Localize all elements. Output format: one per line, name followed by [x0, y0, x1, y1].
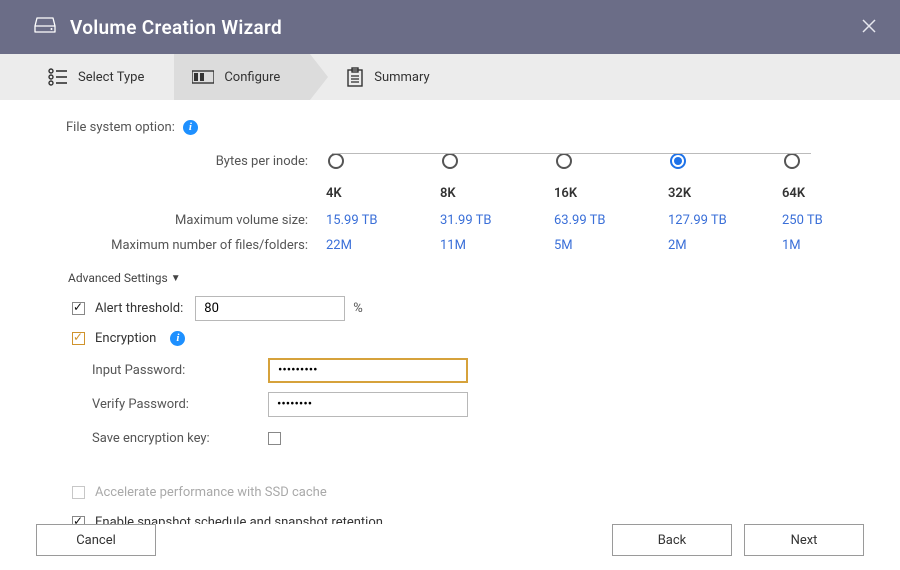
max-files-32k: 2M: [666, 238, 780, 253]
bpi-option-4k[interactable]: [328, 153, 344, 169]
encryption-row: Encryption: [72, 323, 864, 353]
info-icon[interactable]: [170, 331, 185, 346]
max-files-8k: 11M: [438, 238, 552, 253]
close-button[interactable]: [856, 13, 882, 39]
bpi-size-4k: 4K: [324, 186, 438, 201]
cancel-button[interactable]: Cancel: [36, 524, 156, 556]
verify-password-row: Verify Password:: [92, 387, 864, 421]
info-icon[interactable]: [183, 120, 198, 135]
step-configure[interactable]: Configure: [174, 54, 310, 100]
fs-option-label: File system option:: [66, 120, 175, 135]
input-password-label: Input Password:: [92, 363, 268, 378]
title-bar: Volume Creation Wizard: [0, 0, 900, 54]
max-files-label: Maximum number of files/folders:: [100, 238, 324, 253]
step-strip: Select Type Configure Summary: [0, 54, 900, 100]
save-key-row: Save encryption key:: [92, 421, 864, 455]
ssd-cache-checkbox: [72, 486, 85, 499]
list-icon: [48, 68, 68, 86]
back-button[interactable]: Back: [612, 524, 732, 556]
bpi-option-32k[interactable]: [670, 153, 686, 169]
max-vol-8k: 31.99 TB: [438, 213, 552, 228]
encryption-label: Encryption: [95, 331, 156, 346]
verify-password-label: Verify Password:: [92, 397, 268, 412]
max-files-16k: 5M: [552, 238, 666, 253]
bpi-option-16k[interactable]: [556, 153, 572, 169]
alert-threshold-checkbox[interactable]: [72, 302, 85, 315]
next-button[interactable]: Next: [744, 524, 864, 556]
drive-icon: [34, 16, 56, 38]
bpi-size-32k: 32K: [666, 186, 780, 201]
ssd-cache-label: Accelerate performance with SSD cache: [95, 485, 327, 500]
bpi-label: Bytes per inode:: [100, 154, 324, 169]
max-files-64k: 1M: [780, 238, 894, 253]
step-label: Select Type: [78, 70, 144, 85]
input-password-field[interactable]: [268, 358, 468, 383]
bpi-track: [332, 153, 811, 154]
step-summary[interactable]: Summary: [310, 54, 459, 100]
bpi-size-16k: 16K: [552, 186, 666, 201]
max-vol-32k: 127.99 TB: [666, 213, 780, 228]
wizard-body: File system option: Bytes per inode: 4K …: [0, 100, 900, 524]
max-vol-16k: 63.99 TB: [552, 213, 666, 228]
bpi-size-8k: 8K: [438, 186, 552, 201]
clipboard-icon: [346, 67, 364, 87]
step-label: Summary: [374, 70, 429, 85]
bpi-option-64k[interactable]: [784, 153, 800, 169]
save-key-checkbox[interactable]: [268, 432, 281, 445]
advanced-settings-toggle[interactable]: Advanced Settings ▼: [68, 271, 181, 285]
advanced-settings-label: Advanced Settings: [68, 271, 168, 285]
step-label: Configure: [224, 70, 280, 85]
bpi-size-64k: 64K: [780, 186, 894, 201]
close-icon: [862, 19, 876, 33]
alert-threshold-input[interactable]: [195, 296, 345, 321]
max-volume-label: Maximum volume size:: [100, 213, 324, 228]
bytes-per-inode-row: Bytes per inode:: [100, 144, 864, 178]
encryption-checkbox[interactable]: [72, 332, 85, 345]
save-key-label: Save encryption key:: [92, 431, 268, 446]
chevron-down-icon: ▼: [171, 273, 181, 284]
max-files-4k: 22M: [324, 238, 438, 253]
verify-password-field[interactable]: [268, 392, 468, 417]
alert-threshold-row: Alert threshold: %: [72, 293, 864, 323]
step-select-type[interactable]: Select Type: [30, 54, 174, 100]
bpi-option-8k[interactable]: [442, 153, 458, 169]
ssd-cache-row: Accelerate performance with SSD cache: [72, 477, 864, 507]
max-vol-4k: 15.99 TB: [324, 213, 438, 228]
sliders-icon: [192, 69, 214, 85]
input-password-row: Input Password:: [92, 353, 864, 387]
max-vol-64k: 250 TB: [780, 213, 894, 228]
alert-threshold-label: Alert threshold:: [95, 301, 183, 316]
footer: Cancel Back Next: [0, 510, 900, 570]
window-title: Volume Creation Wizard: [70, 16, 282, 39]
alert-threshold-unit: %: [353, 301, 363, 316]
